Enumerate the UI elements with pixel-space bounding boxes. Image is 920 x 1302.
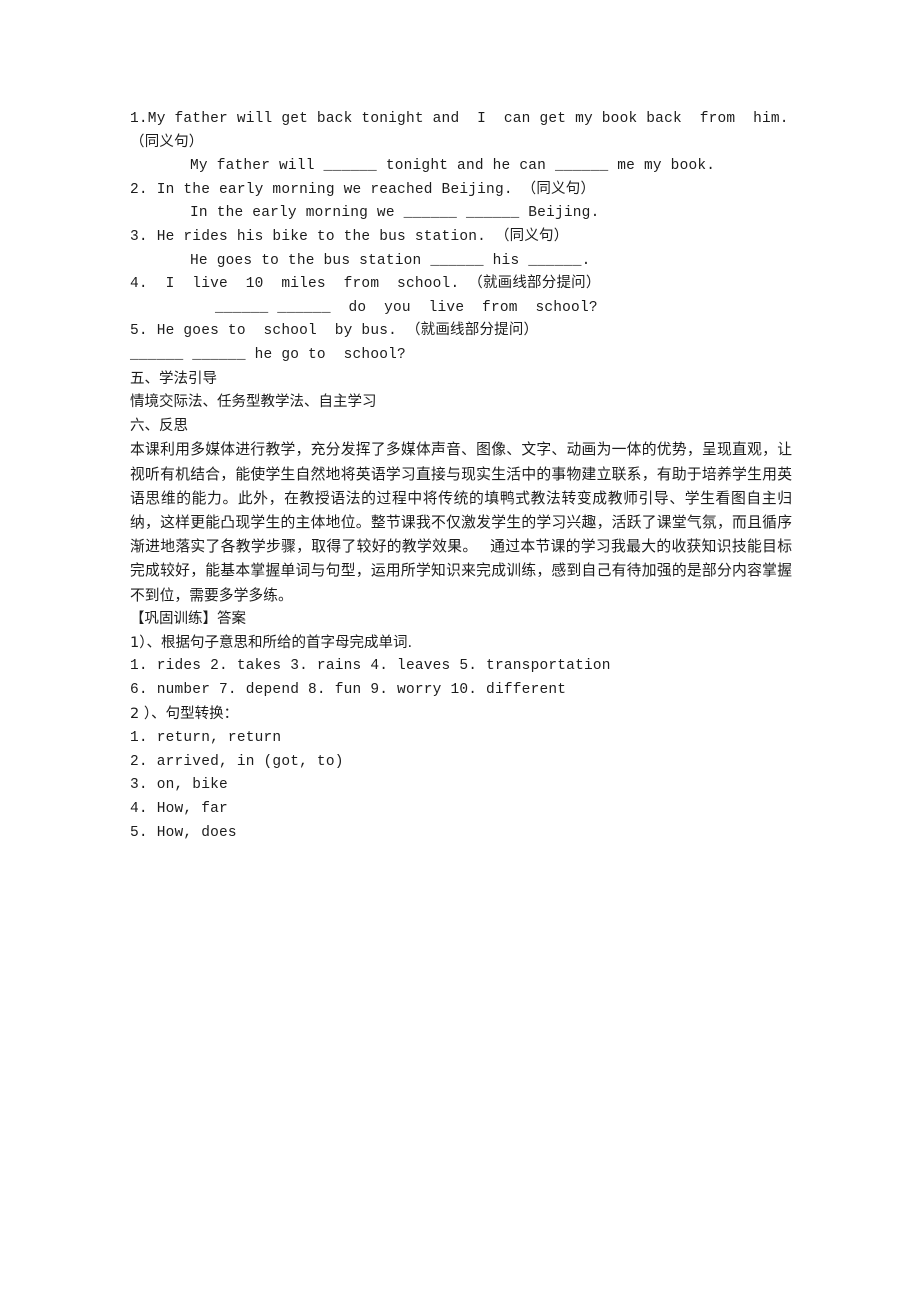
answer-key-part2-line-3: 3. on, bike [130,777,228,794]
exercise-prompt-2: 2. In the early morning we reached Beiji… [130,181,596,198]
answer-key-title: 【巩固训练】答案 [130,610,246,627]
answer-key-part2-line-1: 1. return, return [130,729,282,746]
exercise-prompt-5: 5. He goes to school by bus. （就画线部分提问） [130,323,539,340]
exercise-prompt-1: 1.My father will get back tonight and I … [130,111,798,151]
section-six-heading: 六、反思 [130,417,188,434]
document-content: 1.My father will get back tonight and I … [130,108,792,846]
document-page: 1.My father will get back tonight and I … [0,0,920,1302]
answer-key-part1-heading: 1）、根据句子意思和所给的首字母完成单词. [130,634,413,651]
exercise-answer-blank-4: ______ ______ do you live from school? [215,299,598,316]
answer-key-part2-line-5: 5. How, does [130,824,237,841]
section-six-reflection: 本课利用多媒体进行教学，充分发挥了多媒体声音、图像、文字、动画为一体的优势，呈现… [130,441,792,604]
exercise-answer-blank-5: ______ ______ he go to school? [130,346,406,363]
answer-key-part2-line-4: 4. How, far [130,801,228,818]
section-five-heading: 五、学法引导 [130,370,217,387]
answer-key-part1-line-2: 6. number 7. depend 8. fun 9. worry 10. … [130,682,567,699]
section-five-body: 情境交际法、任务型教学法、自主学习 [130,394,377,411]
exercise-answer-blank-1: My father will ______ tonight and he can… [190,158,716,175]
exercise-answer-blank-3: He goes to the bus station ______ his __… [190,252,591,269]
exercise-prompt-3: 3. He rides his bike to the bus station.… [130,228,569,245]
answer-key-part2-heading: 2 ）、句型转换： [130,705,239,722]
answer-key-part2-line-2: 2. arrived, in (got, to) [130,753,344,770]
answer-key-part1-line-1: 1. rides 2. takes 3. rains 4. leaves 5. … [130,658,611,675]
exercise-prompt-4: 4. I live 10 miles from school. （就画线部分提问… [130,276,601,293]
exercise-answer-blank-2: In the early morning we ______ ______ Be… [190,205,600,222]
